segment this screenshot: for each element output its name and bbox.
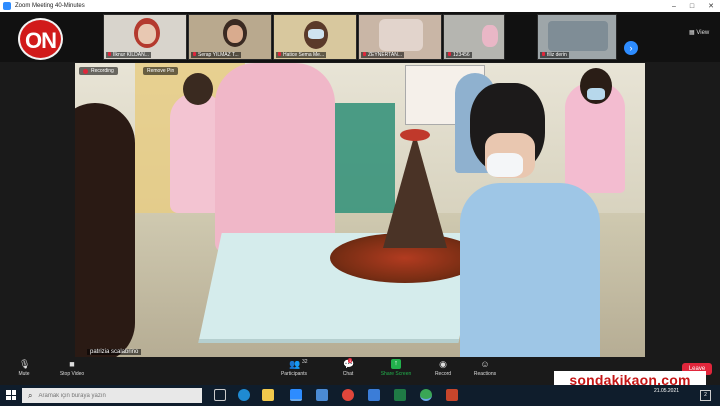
close-button[interactable]: ✕ xyxy=(708,2,714,10)
participant-thumbnail[interactable]: Serap YILMAZ T... xyxy=(188,14,272,60)
participants-count: 32 xyxy=(302,359,308,365)
on-logo: ON xyxy=(18,18,63,60)
task-view-icon[interactable] xyxy=(214,389,226,401)
chrome-icon[interactable] xyxy=(342,389,354,401)
gallery-strip: İlknur KILDAN... Serap YILMAZ T... Hatic… xyxy=(0,12,720,62)
mic-muted-icon xyxy=(278,52,281,56)
zoom-logo-icon xyxy=(3,2,11,10)
gallery-next-button[interactable]: › xyxy=(624,41,638,55)
zoom-taskbar-icon[interactable] xyxy=(290,389,302,401)
edge-icon[interactable] xyxy=(238,389,250,401)
foreground-figure xyxy=(75,103,135,357)
face-mask xyxy=(487,153,523,177)
participants-button[interactable]: 👥 32 Participants xyxy=(274,359,314,377)
mute-button[interactable]: 🎙 Mute xyxy=(14,359,34,377)
share-screen-icon: ↑ xyxy=(391,359,401,369)
face-mask xyxy=(587,88,605,100)
excel-icon[interactable] xyxy=(394,389,406,401)
participant-name: Serap YILMAZ T... xyxy=(191,52,241,58)
child-head xyxy=(183,73,213,105)
volcano-lava xyxy=(400,129,430,141)
window-title: Zoom Meeting 40-Minutes xyxy=(15,3,85,9)
reactions-button[interactable]: ☺ Reactions xyxy=(470,359,500,377)
minimize-button[interactable]: – xyxy=(672,3,676,10)
record-icon: ◉ xyxy=(439,359,447,369)
mic-muted-icon xyxy=(363,52,366,56)
taskbar-clock[interactable]: 21.05.2021 xyxy=(654,388,679,395)
remove-pin-button[interactable]: Remove Pin xyxy=(143,67,179,75)
taskbar-search[interactable]: ⌕ xyxy=(22,388,202,403)
windows-start-icon[interactable] xyxy=(6,390,16,400)
store-icon[interactable] xyxy=(316,389,328,401)
windows-taskbar: ⌕ 21.05.2021 2 xyxy=(0,385,720,406)
mic-muted-icon xyxy=(448,52,451,56)
share-screen-button[interactable]: ↑ Share Screen xyxy=(376,359,416,377)
mute-label: Mute xyxy=(18,371,30,377)
participant-thumbnail[interactable]: İlknur KILDAN... xyxy=(103,14,187,60)
mic-muted-icon xyxy=(542,52,545,56)
people-icon: 👥 xyxy=(289,359,301,369)
taskbar-search-input[interactable] xyxy=(38,392,189,399)
window-controls: – □ ✕ xyxy=(672,0,714,12)
participant-thumbnail[interactable]: 123456 xyxy=(443,14,505,60)
child-figure xyxy=(215,63,335,253)
stop-video-button[interactable]: ■ Stop Video xyxy=(54,359,90,377)
notification-center-icon[interactable]: 2 xyxy=(700,390,711,401)
participant-thumbnail[interactable]: Hatice Sema Me... xyxy=(273,14,357,60)
reactions-label: Reactions xyxy=(473,371,497,377)
maximize-button[interactable]: □ xyxy=(690,3,694,10)
record-label: Record xyxy=(434,371,452,377)
speaker-name: patrizia scalabrino xyxy=(87,349,142,355)
video-camera-icon: ■ xyxy=(69,359,75,369)
volcano-model-cone xyxy=(383,133,447,248)
zoom-window: Zoom Meeting 40-Minutes – □ ✕ İlknur KIL… xyxy=(0,0,720,406)
share-screen-label: Share Screen xyxy=(380,371,412,377)
participant-thumbnail[interactable]: filiz derin xyxy=(537,14,617,60)
recording-indicator[interactable]: Recording xyxy=(79,67,118,75)
search-icon: ⌕ xyxy=(28,390,33,400)
taskbar-date: 21.05.2021 xyxy=(654,388,680,394)
stop-video-label: Stop Video xyxy=(59,371,85,377)
view-button[interactable]: ▦ View xyxy=(689,29,709,36)
participant-name: İlknur KILDAN... xyxy=(106,52,151,58)
mic-muted-icon xyxy=(108,52,111,56)
chat-button[interactable]: 💬 1 Chat xyxy=(336,358,360,377)
participants-label: Participants xyxy=(280,371,308,377)
microphone-icon: 🎙 xyxy=(19,359,31,369)
participant-name: 123456 xyxy=(446,52,472,58)
record-dot-icon xyxy=(83,68,88,74)
mail-icon[interactable] xyxy=(368,389,380,401)
file-explorer-icon[interactable] xyxy=(262,389,274,401)
chrome-active-icon[interactable] xyxy=(420,389,432,401)
mic-muted-icon xyxy=(193,52,196,56)
participant-thumbnail[interactable]: ZEYNERTAN... xyxy=(358,14,442,60)
participant-name: Hatice Sema Me... xyxy=(276,52,327,58)
boy-figure xyxy=(460,183,600,357)
recording-label: Recording xyxy=(91,68,114,74)
powerpoint-icon[interactable] xyxy=(446,389,458,401)
participant-name: ZEYNERTAN... xyxy=(361,52,404,58)
title-bar: Zoom Meeting 40-Minutes – □ ✕ xyxy=(0,0,720,12)
view-label: View xyxy=(696,30,710,36)
main-video[interactable]: Recording Remove Pin patrizia scalabrino xyxy=(75,63,645,357)
participant-name: filiz derin xyxy=(540,52,569,58)
chat-label: Chat xyxy=(342,371,354,377)
record-button[interactable]: ◉ Record xyxy=(430,359,456,377)
smiley-icon: ☺ xyxy=(480,359,490,369)
